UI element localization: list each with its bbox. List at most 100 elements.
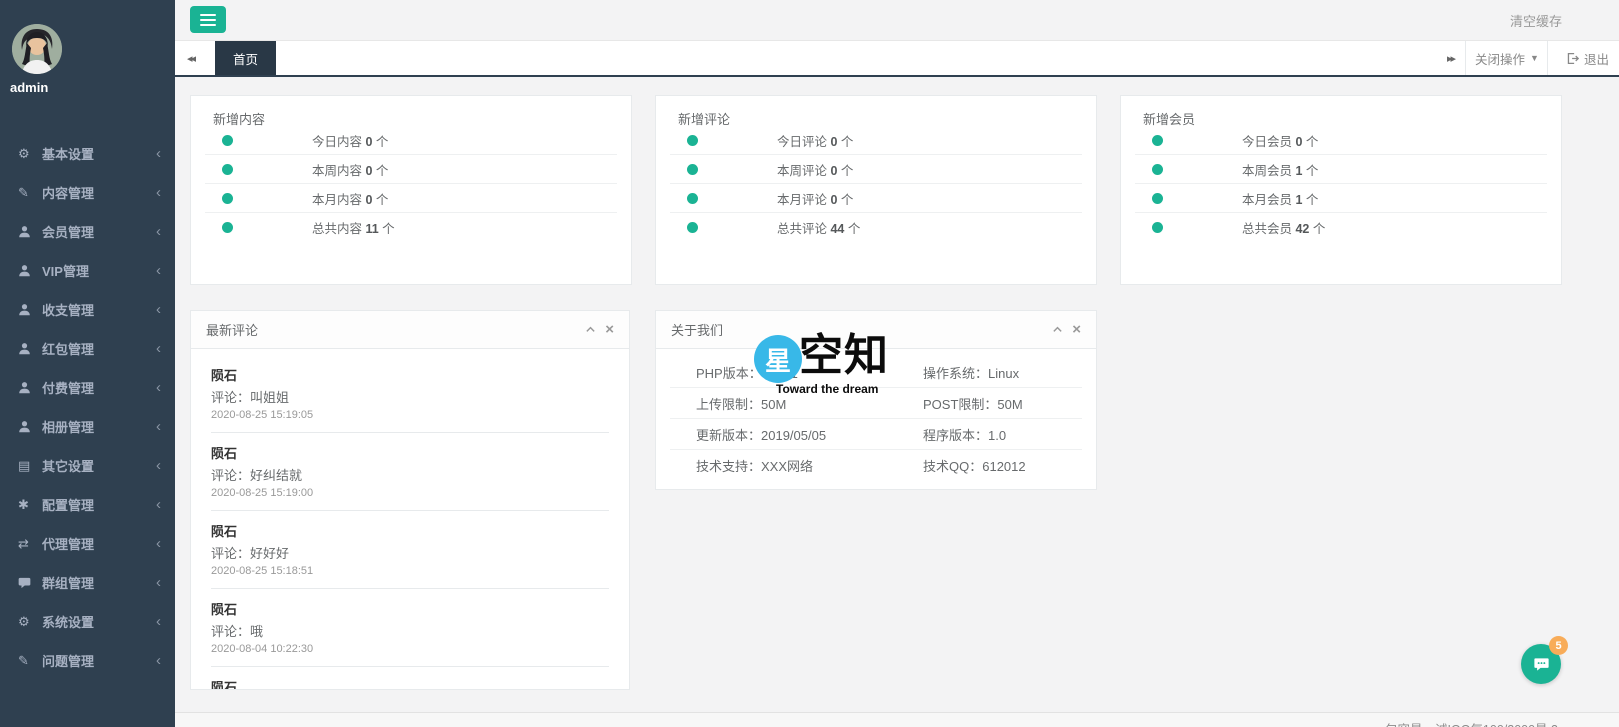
user-icon xyxy=(18,381,42,394)
close-icon[interactable]: × xyxy=(1072,322,1081,337)
stat-value: 0 xyxy=(830,163,838,178)
close-operations-dropdown[interactable]: 关闭操作 ▼ xyxy=(1475,41,1539,75)
sidebar-item-config-management[interactable]: ✱ 配置管理 ‹ xyxy=(0,485,175,524)
chevron-left-icon: ‹ xyxy=(156,535,161,552)
stat-card: 新增内容 今日内容 0 个本周内容 0 个本月内容 0 个总共内容 11 个 xyxy=(190,95,632,285)
sidebar-item-vip-management[interactable]: VIP管理 ‹ xyxy=(0,251,175,290)
sidebar-item-question-management[interactable]: ✎ 问题管理 ‹ xyxy=(0,641,175,680)
about-cell: 更新版本：2019/05/05 xyxy=(670,425,897,444)
chevron-left-icon: ‹ xyxy=(156,145,161,162)
about-value: 2019/05/05 xyxy=(761,427,827,443)
about-us-panel: 关于我们 × PHP版本：7.3.31 操作系统：Linux 上传限制：50M POS… xyxy=(655,310,1097,490)
stat-value: 44 xyxy=(830,221,845,236)
comment-item: 陨石 评论：好好好 2020-08-25 15:18:51 xyxy=(211,511,609,589)
edit-icon: ✎ xyxy=(18,184,29,200)
sidebar-item-label: 其它设置 xyxy=(42,459,95,474)
sidebar-item-finance-management[interactable]: 收支管理 ‹ xyxy=(0,290,175,329)
sidebar-item-basic-settings[interactable]: ⚙ 基本设置 ‹ xyxy=(0,134,175,173)
green-dot-icon xyxy=(687,163,698,175)
sidebar-item-label: 配置管理 xyxy=(42,498,95,513)
tab-home[interactable]: 首页 xyxy=(215,41,277,75)
about-info-grid: PHP版本：7.3.31 操作系统：Linux 上传限制：50M POST限制：50M… xyxy=(656,349,1096,480)
comment-item: 陨石 评论：叫姐姐 2020-08-25 15:19:05 xyxy=(211,355,609,433)
about-value: 50M xyxy=(761,396,787,412)
green-dot-icon xyxy=(1152,192,1163,204)
logout-button[interactable]: 退出 xyxy=(1566,41,1609,75)
sidebar-item-content-management[interactable]: ✎ 内容管理 ‹ xyxy=(0,173,175,212)
sidebar-item-label: 会员管理 xyxy=(42,225,95,240)
user-icon xyxy=(18,225,42,238)
sidebar-item-redpacket-management[interactable]: 红包管理 ‹ xyxy=(0,329,175,368)
stat-row: 今日评论 0 个 xyxy=(670,126,1082,155)
comment-author: 陨石 xyxy=(211,446,238,461)
about-label: 技术支持： xyxy=(696,458,762,474)
notification-badge[interactable]: 5 xyxy=(1549,636,1568,655)
list-icon: ▤ xyxy=(18,457,31,473)
comment-timestamp: 2020-08-25 15:19:00 xyxy=(211,487,314,499)
chevron-left-icon: ‹ xyxy=(156,652,161,669)
stat-text: 总共内容 11 个 xyxy=(312,221,395,236)
chevron-left-icon: ‹ xyxy=(156,379,161,396)
chevron-left-icon: ‹ xyxy=(156,496,161,513)
hamburger-menu-button[interactable] xyxy=(190,6,226,33)
stat-row: 总共评论 44 个 xyxy=(670,213,1082,241)
green-dot-icon xyxy=(1152,134,1163,146)
scroll-tabs-left-icon[interactable]: ◂◂ xyxy=(177,41,204,75)
green-dot-icon xyxy=(222,192,233,204)
stat-row: 本周评论 0 个 xyxy=(670,155,1082,184)
sidebar-item-system-settings[interactable]: ⚙ 系统设置 ‹ xyxy=(0,602,175,641)
stat-text: 今日评论 0 个 xyxy=(777,134,854,149)
about-row: 更新版本：2019/05/05 程序版本：1.0 xyxy=(670,419,1082,450)
about-value: 1.0 xyxy=(988,427,1007,443)
avatar[interactable] xyxy=(12,24,62,74)
tabbar: ◂◂ 首页 ▸▸ 关闭操作 ▼ 退出 xyxy=(175,40,1619,77)
sidebar-item-label: VIP管理 xyxy=(42,264,89,279)
sidebar-item-member-management[interactable]: 会员管理 ‹ xyxy=(0,212,175,251)
bottom-partial-text: 包容量，诚!QQ每100/2000量 2 xyxy=(1385,719,1558,727)
sidebar-item-payment-management[interactable]: 付费管理 ‹ xyxy=(0,368,175,407)
admin-dashboard: admin ⚙ 基本设置 ‹ ✎ 内容管理 ‹ 会员管理 ‹ VIP管理 ‹ 收支管理 ‹ 红包管理 ‹ 付… xyxy=(0,0,1619,727)
collapse-icon[interactable] xyxy=(1052,324,1063,335)
scroll-tabs-right-icon[interactable]: ▸▸ xyxy=(1437,41,1464,75)
comments-list: 陨石 评论：叫姐姐 2020-08-25 15:19:05 陨石 评论：好纠结就 2020… xyxy=(191,349,629,690)
close-operations-label: 关闭操作 xyxy=(1475,52,1526,67)
user-icon xyxy=(18,303,42,316)
sidebar-item-label: 系统设置 xyxy=(42,615,95,630)
green-dot-icon xyxy=(687,134,698,146)
about-cell: 技术支持：XXX网络 xyxy=(670,456,897,475)
about-label: 程序版本： xyxy=(923,427,989,443)
sidebar-item-label: 问题管理 xyxy=(42,654,95,669)
about-cell: 上传限制：50M xyxy=(670,394,897,413)
chevron-left-icon: ‹ xyxy=(156,457,161,474)
stat-card: 新增评论 今日评论 0 个本周评论 0 个本月评论 0 个总共评论 44 个 xyxy=(655,95,1097,285)
about-value: 50M xyxy=(997,396,1023,412)
stat-row: 总共内容 11 个 xyxy=(205,213,617,241)
stat-text: 本月评论 0 个 xyxy=(777,192,854,207)
sidebar-item-other-settings[interactable]: ▤ 其它设置 ‹ xyxy=(0,446,175,485)
comment-timestamp: 2020-08-25 15:18:51 xyxy=(211,565,314,577)
about-label: 技术QQ： xyxy=(923,458,983,474)
stat-value: 1 xyxy=(1295,192,1303,207)
user-icon xyxy=(18,420,42,433)
about-cell: 操作系统：Linux xyxy=(897,363,1082,382)
clear-cache-button[interactable]: 清空缓存 xyxy=(1510,11,1562,30)
comment-text: 评论：叫姐姐 xyxy=(211,390,290,405)
chat-bubble-icon xyxy=(1533,657,1549,671)
comment-item: 陨石 评论：好纠结就 2020-08-25 15:19:00 xyxy=(211,433,609,511)
close-icon[interactable]: × xyxy=(605,322,614,337)
about-cell: 程序版本：1.0 xyxy=(897,425,1082,444)
sidebar-item-album-management[interactable]: 相册管理 ‹ xyxy=(0,407,175,446)
sidebar-item-agent-management[interactable]: ⇄ 代理管理 ‹ xyxy=(0,524,175,563)
edit-icon: ✎ xyxy=(18,652,29,668)
comment-text: 评论：好好好 xyxy=(211,546,290,561)
asterisk-icon: ✱ xyxy=(18,496,29,512)
about-cell: PHP版本：7.3.31 xyxy=(670,363,897,382)
panel-tools: × xyxy=(1052,322,1081,337)
panel-header: 最新评论 × xyxy=(191,311,629,349)
comment-author: 陨石 xyxy=(211,680,238,690)
sidebar-item-group-management[interactable]: 群组管理 ‹ xyxy=(0,563,175,602)
stat-text: 本周会员 1 个 xyxy=(1242,163,1319,178)
collapse-icon[interactable] xyxy=(585,324,596,335)
green-dot-icon xyxy=(687,192,698,204)
stat-value: 0 xyxy=(365,134,373,149)
